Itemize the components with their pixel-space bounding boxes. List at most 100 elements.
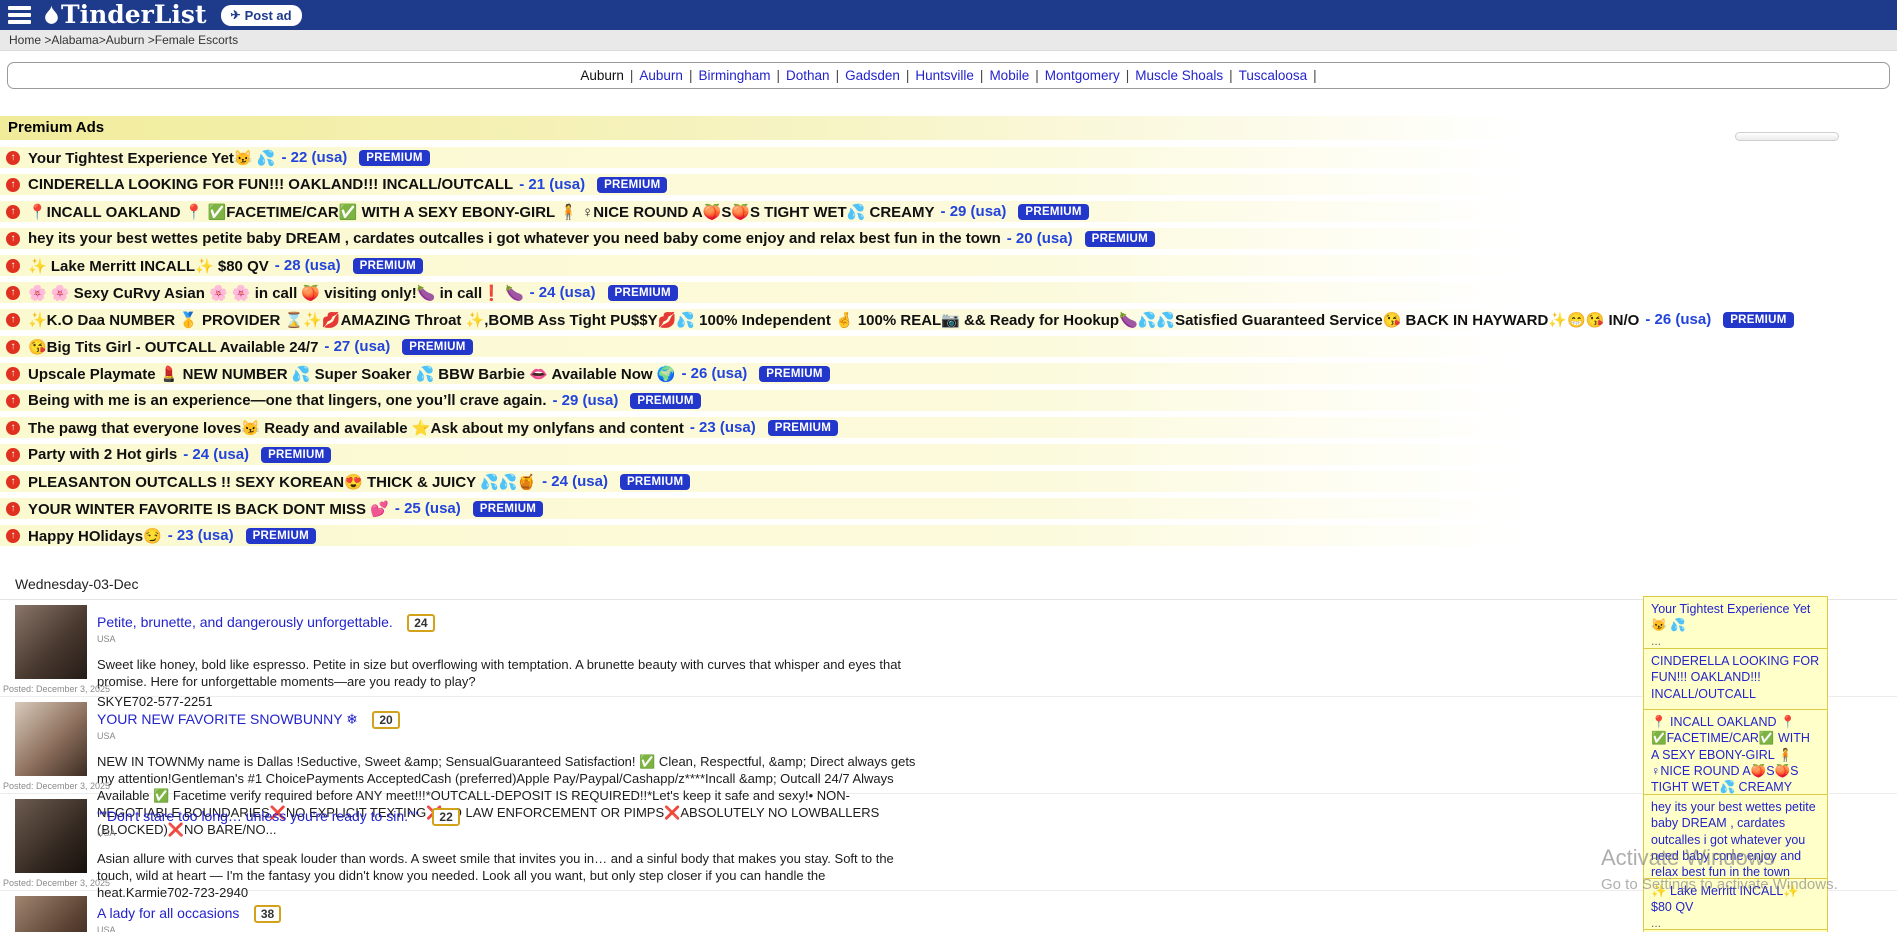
- premium-ad-title[interactable]: Happy HOlidays😏: [28, 527, 162, 545]
- premium-badge[interactable]: PREMIUM: [620, 474, 690, 490]
- sidebar-ad-box[interactable]: Your Tightest Experience Yet😼 💦 ...: [1643, 596, 1828, 653]
- premium-ad-title[interactable]: hey its your best wettes petite baby DRE…: [28, 230, 1001, 247]
- premium-ad-row[interactable]: ↑ Being with me is an experience—one tha…: [0, 390, 1897, 411]
- premium-ad-row[interactable]: ↑ PLEASANTON OUTCALLS !! SEXY KOREAN😍 TH…: [0, 471, 1897, 492]
- sidebar-ad-title: CINDERELLA LOOKING FOR FUN!!! OAKLAND!!!…: [1651, 654, 1819, 701]
- premium-badge[interactable]: PREMIUM: [597, 177, 667, 193]
- premium-ad-title[interactable]: 🌸 🌸 Sexy CuRvy Asian 🌸 🌸 in call 🍑 visit…: [28, 284, 524, 302]
- listing-title-link[interactable]: ""Don't stare too long… unless you're re…: [97, 808, 418, 824]
- premium-ad-title[interactable]: CINDERELLA LOOKING FOR FUN!!! OAKLAND!!!…: [28, 176, 513, 193]
- premium-badge[interactable]: PREMIUM: [1085, 231, 1155, 247]
- city-link-gadsden[interactable]: Gadsden: [845, 68, 900, 83]
- age-badge: 38: [254, 905, 281, 923]
- premium-ad-row[interactable]: ↑ ✨ Lake Merritt INCALL✨ $80 QV - 28 (us…: [0, 255, 1897, 276]
- premium-ad-row[interactable]: ↑ CINDERELLA LOOKING FOR FUN!!! OAKLAND!…: [0, 174, 1897, 195]
- premium-ad-title[interactable]: The pawg that everyone loves😼 Ready and …: [28, 419, 684, 437]
- premium-badge[interactable]: PREMIUM: [402, 339, 472, 355]
- premium-ad-row[interactable]: ↑ YOUR WINTER FAVORITE IS BACK DONT MISS…: [0, 498, 1897, 519]
- city-link-birmingham[interactable]: Birmingham: [698, 68, 770, 83]
- sidebar-ad-title: ✨ Lake Merritt INCALL✨ $80 QV: [1651, 884, 1799, 914]
- premium-ad-title[interactable]: Upscale Playmate 💄 NEW NUMBER 💦 Super So…: [28, 365, 675, 383]
- listing-photo[interactable]: [15, 702, 87, 776]
- premium-badge[interactable]: PREMIUM: [261, 447, 331, 463]
- listing-title-link[interactable]: A lady for all occasions: [97, 905, 239, 921]
- premium-ad-row[interactable]: ↑ 📍INCALL OAKLAND 📍 ✅FACETIME/CAR✅ WITH …: [0, 201, 1897, 222]
- up-arrow-icon: ↑: [6, 205, 20, 219]
- premium-ad-row[interactable]: ↑ Your Tightest Experience Yet😼 💦 - 22 (…: [0, 147, 1897, 168]
- premium-ad-age: - 23 (usa): [690, 419, 756, 436]
- city-separator: |: [1229, 68, 1233, 83]
- city-link-auburn[interactable]: Auburn: [639, 68, 683, 83]
- premium-ad-title[interactable]: YOUR WINTER FAVORITE IS BACK DONT MISS 💕: [28, 500, 389, 518]
- city-separator: |: [1313, 68, 1317, 83]
- premium-ad-row[interactable]: ↑ 🌸 🌸 Sexy CuRvy Asian 🌸 🌸 in call 🍑 vis…: [0, 282, 1897, 303]
- premium-badge[interactable]: PREMIUM: [1723, 312, 1793, 328]
- premium-ad-age: - 24 (usa): [530, 284, 596, 301]
- premium-ad-age: - 26 (usa): [681, 365, 747, 382]
- listing-row: YOUR NEW FAVORITE SNOWBUNNY ❄ 20 USA NEW…: [0, 697, 1897, 794]
- premium-ad-title[interactable]: 😘Big Tits Girl - OUTCALL Available 24/7: [28, 338, 318, 356]
- premium-ad-title[interactable]: Being with me is an experience—one that …: [28, 392, 546, 409]
- listing-location: USA: [97, 925, 1897, 932]
- city-link-huntsville[interactable]: Huntsville: [915, 68, 974, 83]
- sidebar-ad-title: 📍 INCALL OAKLAND 📍 ✅FACETIME/CAR✅ WITH A…: [1651, 715, 1810, 794]
- up-arrow-icon: ↑: [6, 286, 20, 300]
- sidebar-ad-box[interactable]: ✨ Lake Merritt INCALL✨ $80 QV ...: [1643, 878, 1828, 932]
- age-badge: 22: [432, 808, 459, 826]
- listing-title-link[interactable]: YOUR NEW FAVORITE SNOWBUNNY ❄: [97, 711, 358, 727]
- premium-ad-row[interactable]: ↑ The pawg that everyone loves😼 Ready an…: [0, 417, 1897, 438]
- listing-photo[interactable]: [15, 896, 87, 932]
- hamburger-menu-icon[interactable]: [8, 6, 31, 24]
- city-link-muscle-shoals[interactable]: Muscle Shoals: [1135, 68, 1223, 83]
- up-arrow-icon: ↑: [6, 529, 20, 543]
- age-badge: 20: [372, 711, 399, 729]
- city-link-tuscaloosa[interactable]: Tuscaloosa: [1239, 68, 1308, 83]
- page: TinderList ✈ Post ad Home >Alabama>Aubur…: [0, 0, 1897, 932]
- premium-badge[interactable]: PREMIUM: [353, 258, 423, 274]
- premium-badge[interactable]: PREMIUM: [608, 285, 678, 301]
- city-links: Auburn|Auburn|Birmingham|Dothan|Gadsden|…: [577, 68, 1319, 83]
- premium-ad-title[interactable]: Your Tightest Experience Yet😼 💦: [28, 149, 275, 167]
- premium-ad-row[interactable]: ↑ ✨K.O Daa NUMBER 🥇 PROVIDER ⌛✨💋AMAZING …: [0, 309, 1897, 330]
- listing-description: Sweet like honey, bold like espresso. Pe…: [97, 657, 917, 691]
- posted-date: Posted: December 3, 2025: [3, 684, 110, 694]
- premium-ad-row[interactable]: ↑ Upscale Playmate 💄 NEW NUMBER 💦 Super …: [0, 363, 1897, 384]
- premium-ad-title[interactable]: 📍INCALL OAKLAND 📍 ✅FACETIME/CAR✅ WITH A …: [28, 203, 935, 221]
- premium-ad-row[interactable]: ↑ hey its your best wettes petite baby D…: [0, 228, 1897, 249]
- listing-photo[interactable]: [15, 799, 87, 873]
- premium-badge[interactable]: PREMIUM: [1018, 204, 1088, 220]
- city-link-dothan[interactable]: Dothan: [786, 68, 830, 83]
- mini-horizontal-scrollbar[interactable]: [1735, 132, 1839, 141]
- listing-row: ""Don't stare too long… unless you're re…: [0, 794, 1897, 891]
- up-arrow-icon: ↑: [6, 475, 20, 489]
- premium-ad-row[interactable]: ↑ Party with 2 Hot girls - 24 (usa) PREM…: [0, 444, 1897, 465]
- up-arrow-icon: ↑: [6, 232, 20, 246]
- listing-row: A lady for all occasions 38 USA: [0, 891, 1897, 932]
- premium-ad-title[interactable]: PLEASANTON OUTCALLS !! SEXY KOREAN😍 THIC…: [28, 473, 536, 491]
- premium-badge[interactable]: PREMIUM: [473, 501, 543, 517]
- premium-badge[interactable]: PREMIUM: [359, 150, 429, 166]
- premium-ad-age: - 23 (usa): [168, 527, 234, 544]
- listing-photo[interactable]: [15, 605, 87, 679]
- post-ad-button[interactable]: ✈ Post ad: [221, 5, 302, 26]
- flame-icon: [43, 5, 60, 26]
- city-link-montgomery[interactable]: Montgomery: [1045, 68, 1120, 83]
- premium-ad-title[interactable]: ✨K.O Daa NUMBER 🥇 PROVIDER ⌛✨💋AMAZING Th…: [28, 311, 1639, 329]
- premium-ad-age: - 24 (usa): [542, 473, 608, 490]
- city-link-mobile[interactable]: Mobile: [989, 68, 1029, 83]
- premium-ad-row[interactable]: ↑ Happy HOlidays😏 - 23 (usa) PREMIUM: [0, 525, 1897, 546]
- premium-ad-row[interactable]: ↑ 😘Big Tits Girl - OUTCALL Available 24/…: [0, 336, 1897, 357]
- posted-date: Posted: December 3, 2025: [3, 781, 110, 791]
- premium-badge[interactable]: PREMIUM: [246, 528, 316, 544]
- listing-location: USA: [97, 634, 1897, 644]
- premium-ad-age: - 25 (usa): [395, 500, 461, 517]
- premium-badge[interactable]: PREMIUM: [768, 420, 838, 436]
- breadcrumb[interactable]: Home >Alabama>Auburn >Female Escorts: [0, 30, 1897, 51]
- premium-ads-list: ↑ Your Tightest Experience Yet😼 💦 - 22 (…: [0, 147, 1897, 546]
- premium-badge[interactable]: PREMIUM: [759, 366, 829, 382]
- premium-badge[interactable]: PREMIUM: [630, 393, 700, 409]
- premium-ad-title[interactable]: Party with 2 Hot girls: [28, 446, 177, 463]
- brand-logo[interactable]: TinderList: [43, 0, 207, 30]
- premium-ad-title[interactable]: ✨ Lake Merritt INCALL✨ $80 QV: [28, 257, 269, 275]
- listing-title-link[interactable]: Petite, brunette, and dangerously unforg…: [97, 614, 393, 630]
